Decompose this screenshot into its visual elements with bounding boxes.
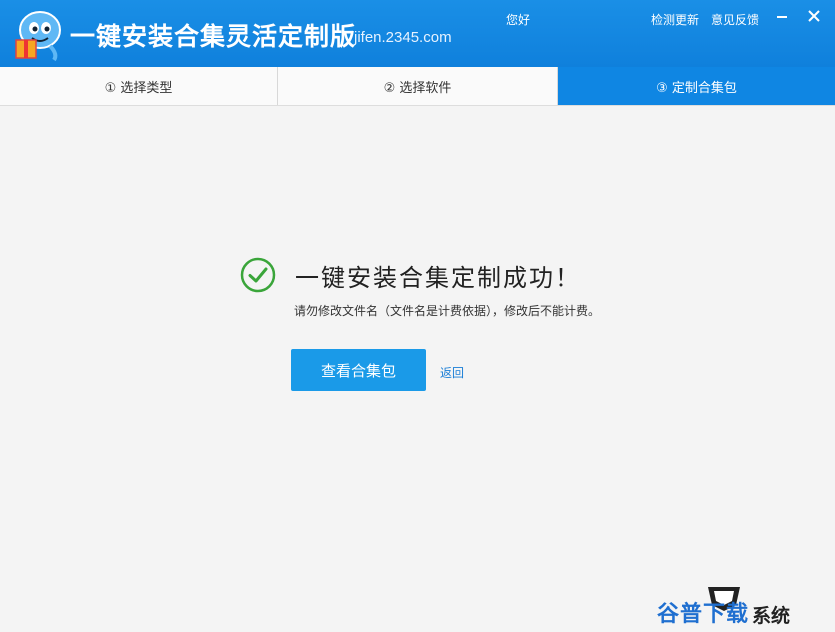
app-title: 一键安装合集灵活定制版	[70, 22, 357, 51]
watermark-text-dark: 系统	[752, 605, 791, 627]
tab-select-software[interactable]: ② 选择软件	[278, 67, 558, 105]
check-update-link[interactable]: 检测更新	[651, 11, 699, 28]
success-title: 一键安装合集定制成功！	[295, 264, 581, 292]
check-circle-icon	[240, 257, 276, 293]
watermark-text-blue: 谷普下载	[657, 602, 750, 627]
filename-note: 请勿修改文件名（文件名是计费依据），修改后不能计费。	[294, 304, 601, 318]
title-bar: 一键安装合集灵活定制版 jifen.2345.com 您好 检测更新 意见反馈	[0, 0, 835, 67]
view-package-button[interactable]: 查看合集包	[291, 349, 426, 391]
step-tabs: ① 选择类型 ② 选择软件 ③ 定制合集包	[0, 67, 835, 106]
tab-select-type[interactable]: ① 选择类型	[0, 67, 278, 105]
app-logo-icon	[15, 11, 61, 62]
user-greeting: 您好	[506, 13, 531, 27]
feedback-link[interactable]: 意见反馈	[711, 11, 759, 28]
tab-customize-package[interactable]: ③ 定制合集包	[558, 67, 835, 105]
minimize-icon[interactable]	[772, 6, 792, 26]
close-icon[interactable]	[804, 6, 824, 26]
back-link[interactable]: 返回	[440, 364, 464, 381]
app-site-url: jifen.2345.com	[354, 29, 452, 46]
